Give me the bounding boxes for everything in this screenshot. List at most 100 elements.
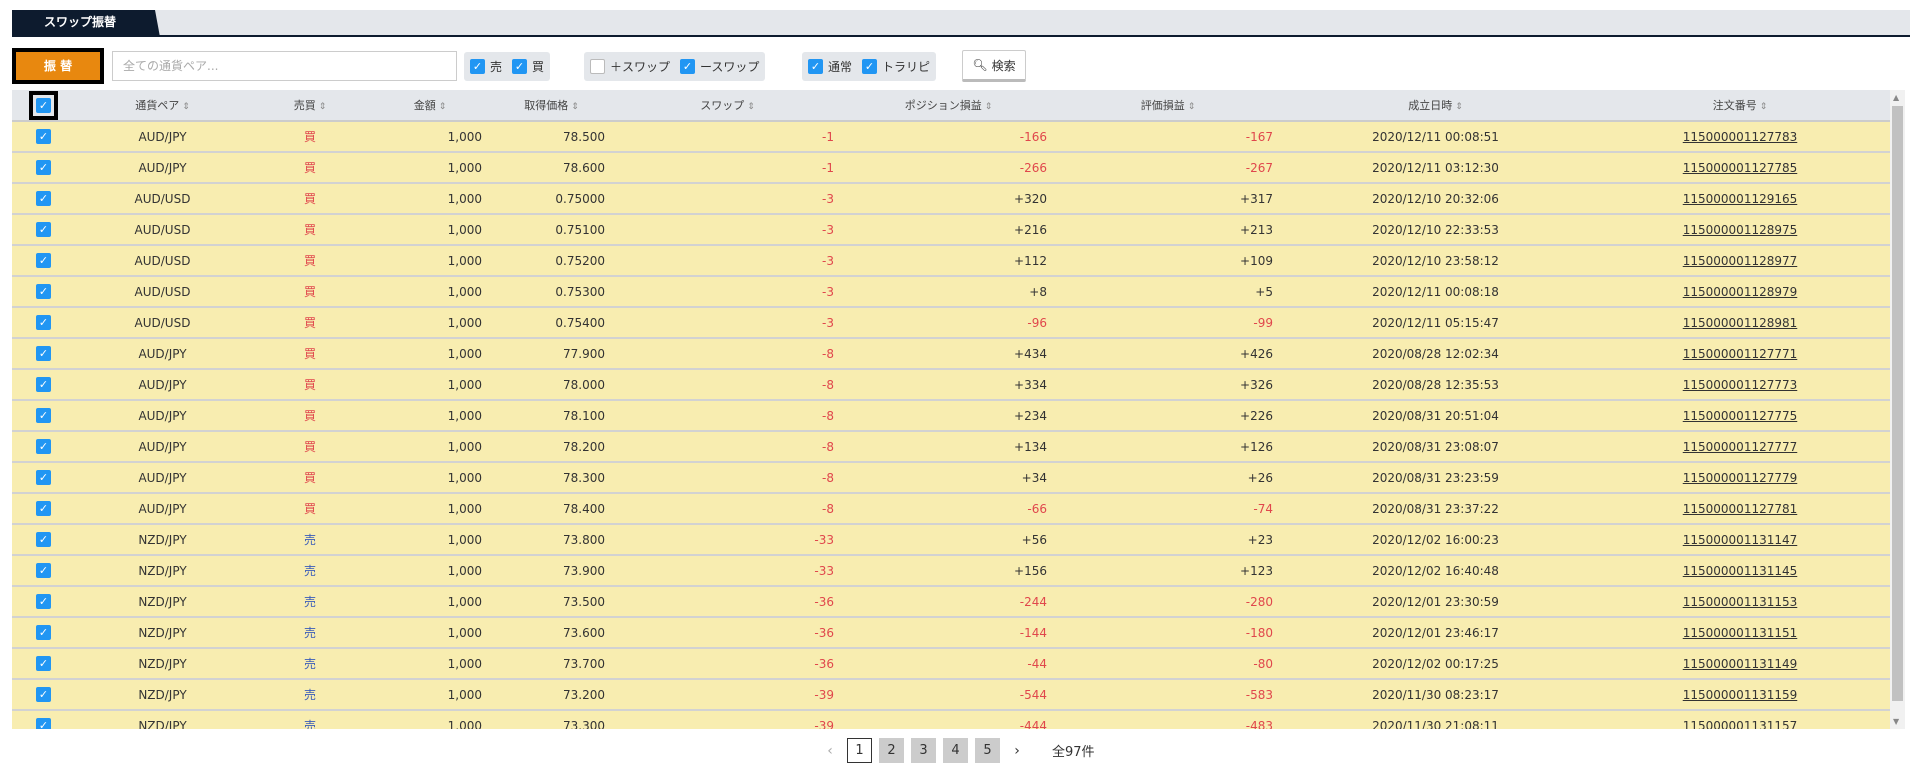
row-checkbox[interactable]: ✓ <box>36 625 51 640</box>
row-checkbox[interactable]: ✓ <box>36 470 51 485</box>
filter-0[interactable]: ✓ 売 <box>470 58 502 75</box>
column-header-1[interactable]: 売買 ⇕ <box>250 90 370 122</box>
cell-order-number[interactable]: 115000001128975 <box>1590 214 1890 246</box>
filter-1[interactable]: ✓ 買 <box>512 58 544 75</box>
column-header-0[interactable]: 通貨ペア ⇕ <box>75 90 250 122</box>
row-checkbox[interactable]: ✓ <box>36 439 51 454</box>
table-row[interactable]: ✓ NZD/JPY 売 1,000 73.800 -33 +56 +23 2020/12/02 … <box>12 524 1890 556</box>
table-row[interactable]: ✓ AUD/JPY 買 1,000 78.100 -8 +234 +226 2020/08/31… <box>12 400 1890 432</box>
table-row[interactable]: ✓ AUD/USD 買 1,000 0.75300 -3 +8 +5 2020/12/11 00… <box>12 276 1890 308</box>
scrollbar-thumb[interactable] <box>1892 106 1903 701</box>
cell-order-number[interactable]: 115000001131157 <box>1590 710 1890 729</box>
table-row[interactable]: ✓ NZD/JPY 売 1,000 73.500 -36 -244 -280 2020/12/0… <box>12 586 1890 618</box>
page-2-button[interactable]: 2 <box>879 738 904 763</box>
table-row[interactable]: ✓ AUD/JPY 買 1,000 78.500 -1 -166 -167 2020/12/11… <box>12 121 1890 153</box>
filter-checkbox[interactable]: ✓ <box>862 59 878 74</box>
cell-order-number[interactable]: 115000001127771 <box>1590 338 1890 370</box>
sort-icon[interactable]: ⇕ <box>1760 102 1768 112</box>
row-checkbox[interactable]: ✓ <box>36 284 51 299</box>
row-checkbox[interactable]: ✓ <box>36 656 51 671</box>
cell-order-number[interactable]: 115000001127777 <box>1590 431 1890 463</box>
cell-order-number[interactable]: 115000001127785 <box>1590 152 1890 184</box>
table-row[interactable]: ✓ AUD/JPY 買 1,000 78.000 -8 +334 +326 2020/08/28… <box>12 369 1890 401</box>
cell-order-number[interactable]: 115000001131159 <box>1590 679 1890 711</box>
table-row[interactable]: ✓ AUD/JPY 買 1,000 78.400 -8 -66 -74 2020/08/31 2… <box>12 493 1890 525</box>
table-row[interactable]: ✓ AUD/USD 買 1,000 0.75000 -3 +320 +317 2020/12/1… <box>12 183 1890 215</box>
sort-icon[interactable]: ⇕ <box>1188 102 1196 112</box>
column-header-4[interactable]: スワップ ⇕ <box>613 90 842 122</box>
table-row[interactable]: ✓ NZD/JPY 売 1,000 73.300 -39 -444 -483 2020/11/3… <box>12 710 1890 729</box>
page-4-button[interactable]: 4 <box>943 738 968 763</box>
table-row[interactable]: ✓ NZD/JPY 売 1,000 73.700 -36 -44 -80 2020/12/02 … <box>12 648 1890 680</box>
table-row[interactable]: ✓ AUD/USD 買 1,000 0.75400 -3 -96 -99 2020/12/11 … <box>12 307 1890 339</box>
page-3-button[interactable]: 3 <box>911 738 936 763</box>
cell-order-number[interactable]: 115000001128981 <box>1590 307 1890 339</box>
sort-icon[interactable]: ⇕ <box>571 102 579 112</box>
row-checkbox[interactable]: ✓ <box>36 718 51 729</box>
row-checkbox[interactable]: ✓ <box>36 563 51 578</box>
row-checkbox[interactable]: ✓ <box>36 687 51 702</box>
sort-icon[interactable]: ⇕ <box>747 102 755 112</box>
table-row[interactable]: ✓ NZD/JPY 売 1,000 73.600 -36 -144 -180 2020/12/0… <box>12 617 1890 649</box>
search-button[interactable]: 🔍︎ 検索 <box>962 50 1026 82</box>
table-row[interactable]: ✓ AUD/JPY 買 1,000 77.900 -8 +434 +426 2020/08/28… <box>12 338 1890 370</box>
row-checkbox[interactable]: ✓ <box>36 501 51 516</box>
vertical-scrollbar[interactable]: ▲ ▼ <box>1890 90 1905 729</box>
scroll-down-icon[interactable]: ▼ <box>1893 717 1899 726</box>
transfer-button[interactable]: 振 替 <box>12 48 104 84</box>
sort-icon[interactable]: ⇕ <box>439 102 447 112</box>
sort-icon[interactable]: ⇕ <box>319 102 327 112</box>
row-checkbox[interactable]: ✓ <box>36 315 51 330</box>
filter-checkbox[interactable]: ✓ <box>808 59 823 74</box>
cell-order-number[interactable]: 115000001131153 <box>1590 586 1890 618</box>
column-header-7[interactable]: 成立日時 ⇕ <box>1281 90 1590 122</box>
cell-order-number[interactable]: 115000001131147 <box>1590 524 1890 556</box>
filter-4[interactable]: ✓ 通常 <box>808 58 852 75</box>
cell-order-number[interactable]: 115000001127781 <box>1590 493 1890 525</box>
cell-order-number[interactable]: 115000001131149 <box>1590 648 1890 680</box>
filter-checkbox[interactable] <box>590 59 605 74</box>
cell-order-number[interactable]: 115000001127775 <box>1590 400 1890 432</box>
cell-order-number[interactable]: 115000001127773 <box>1590 369 1890 401</box>
row-checkbox[interactable]: ✓ <box>36 222 51 237</box>
sort-icon[interactable]: ⇕ <box>1455 102 1463 112</box>
cell-order-number[interactable]: 115000001129165 <box>1590 183 1890 215</box>
filter-2[interactable]: ＋スワップ <box>590 58 670 75</box>
select-all-checkbox[interactable]: ✓ <box>29 90 58 120</box>
table-row[interactable]: ✓ AUD/JPY 買 1,000 78.300 -8 +34 +26 2020/08/31 2… <box>12 462 1890 494</box>
table-row[interactable]: ✓ NZD/JPY 売 1,000 73.200 -39 -544 -583 2020/11/3… <box>12 679 1890 711</box>
cell-order-number[interactable]: 115000001128979 <box>1590 276 1890 308</box>
column-header-6[interactable]: 評価損益 ⇕ <box>1055 90 1281 122</box>
column-header-2[interactable]: 金額 ⇕ <box>370 90 490 122</box>
filter-checkbox[interactable]: ✓ <box>512 59 528 74</box>
prev-page-icon[interactable]: ‹ <box>820 743 840 759</box>
table-row[interactable]: ✓ AUD/USD 買 1,000 0.75100 -3 +216 +213 2020/12/1… <box>12 214 1890 246</box>
filter-3[interactable]: ✓ ースワップ <box>680 58 759 75</box>
filter-5[interactable]: ✓ トラリピ <box>862 58 930 75</box>
column-header-5[interactable]: ポジション損益 ⇕ <box>842 90 1055 122</box>
page-1-button[interactable]: 1 <box>847 738 872 763</box>
sort-icon[interactable]: ⇕ <box>182 102 190 112</box>
table-row[interactable]: ✓ AUD/JPY 買 1,000 78.200 -8 +134 +126 2020/08/31… <box>12 431 1890 463</box>
table-row[interactable]: ✓ AUD/USD 買 1,000 0.75200 -3 +112 +109 2020/12/1… <box>12 245 1890 277</box>
column-header-8[interactable]: 注文番号 ⇕ <box>1590 90 1890 122</box>
row-checkbox[interactable]: ✓ <box>36 160 51 175</box>
row-checkbox[interactable]: ✓ <box>36 408 51 423</box>
row-checkbox[interactable]: ✓ <box>36 377 51 392</box>
next-page-icon[interactable]: › <box>1007 743 1027 759</box>
scroll-up-icon[interactable]: ▲ <box>1893 93 1899 102</box>
cell-order-number[interactable]: 115000001127779 <box>1590 462 1890 494</box>
filter-checkbox[interactable]: ✓ <box>680 59 696 74</box>
table-row[interactable]: ✓ AUD/JPY 買 1,000 78.600 -1 -266 -267 2020/12/11… <box>12 152 1890 184</box>
row-checkbox[interactable]: ✓ <box>36 253 51 268</box>
cell-order-number[interactable]: 115000001128977 <box>1590 245 1890 277</box>
column-header-3[interactable]: 取得価格 ⇕ <box>490 90 613 122</box>
cell-order-number[interactable]: 115000001131145 <box>1590 555 1890 587</box>
currency-pair-search-input[interactable] <box>112 51 457 81</box>
row-checkbox[interactable]: ✓ <box>36 594 51 609</box>
filter-checkbox[interactable]: ✓ <box>470 59 485 74</box>
cell-order-number[interactable]: 115000001131151 <box>1590 617 1890 649</box>
table-row[interactable]: ✓ NZD/JPY 売 1,000 73.900 -33 +156 +123 2020/12/0… <box>12 555 1890 587</box>
cell-order-number[interactable]: 115000001127783 <box>1590 121 1890 153</box>
tab-swap-transfer[interactable]: スワップ振替 <box>12 10 160 37</box>
